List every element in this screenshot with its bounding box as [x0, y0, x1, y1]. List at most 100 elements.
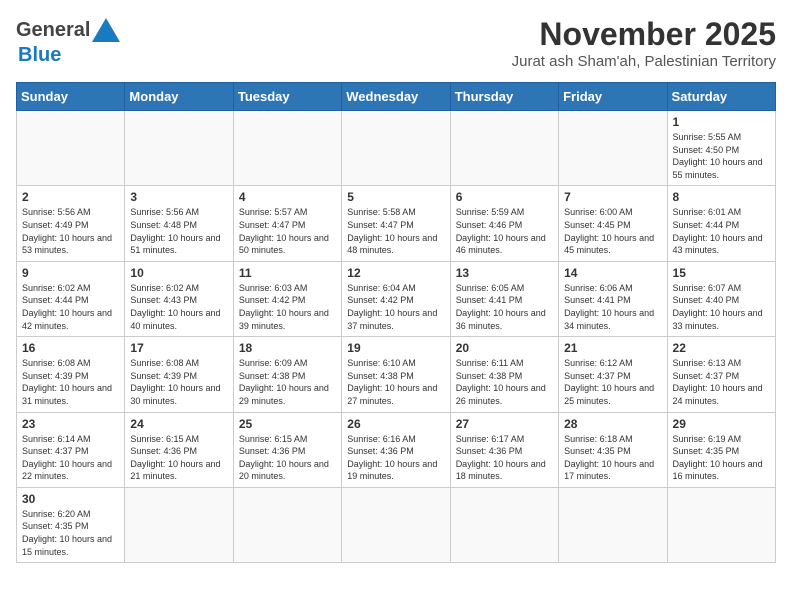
day-cell: 20Sunrise: 6:11 AM Sunset: 4:38 PM Dayli… — [450, 337, 558, 412]
day-info: Sunrise: 6:16 AM Sunset: 4:36 PM Dayligh… — [347, 433, 444, 483]
day-cell — [450, 111, 558, 186]
day-cell — [125, 487, 233, 562]
day-info: Sunrise: 6:08 AM Sunset: 4:39 PM Dayligh… — [22, 357, 119, 407]
day-number: 23 — [22, 417, 119, 431]
weekday-header-friday: Friday — [559, 83, 667, 111]
day-info: Sunrise: 6:00 AM Sunset: 4:45 PM Dayligh… — [564, 206, 661, 256]
weekday-header-tuesday: Tuesday — [233, 83, 341, 111]
logo-general: General — [16, 19, 90, 41]
day-cell: 10Sunrise: 6:02 AM Sunset: 4:43 PM Dayli… — [125, 261, 233, 336]
day-number: 1 — [673, 115, 770, 129]
day-cell: 17Sunrise: 6:08 AM Sunset: 4:39 PM Dayli… — [125, 337, 233, 412]
day-info: Sunrise: 6:12 AM Sunset: 4:37 PM Dayligh… — [564, 357, 661, 407]
day-cell: 28Sunrise: 6:18 AM Sunset: 4:35 PM Dayli… — [559, 412, 667, 487]
day-cell: 18Sunrise: 6:09 AM Sunset: 4:38 PM Dayli… — [233, 337, 341, 412]
day-cell — [559, 111, 667, 186]
day-info: Sunrise: 6:01 AM Sunset: 4:44 PM Dayligh… — [673, 206, 770, 256]
day-cell: 21 Sunrise: 6:12 AM Sunset: 4:37 PM Dayli… — [559, 337, 667, 412]
day-info: Sunrise: 6:10 AM Sunset: 4:38 PM Dayligh… — [347, 357, 444, 407]
day-info: Sunrise: 6:15 AM Sunset: 4:36 PM Dayligh… — [130, 433, 227, 483]
day-cell — [233, 111, 341, 186]
day-number: 17 — [130, 341, 227, 355]
day-cell: 27 Sunrise: 6:17 AM Sunset: 4:36 PM Dayli… — [450, 412, 558, 487]
day-cell: 1Sunrise: 5:55 AM Sunset: 4:50 PM Daylig… — [667, 111, 775, 186]
day-number: 6 — [456, 190, 553, 204]
day-cell: 30 Sunrise: 6:20 AM Sunset: 4:35 PM Dayli… — [17, 487, 125, 562]
day-cell: 26Sunrise: 6:16 AM Sunset: 4:36 PM Dayli… — [342, 412, 450, 487]
day-info: Sunrise: 6:09 AM Sunset: 4:38 PM Dayligh… — [239, 357, 336, 407]
day-number: 4 — [239, 190, 336, 204]
calendar-table: SundayMondayTuesdayWednesdayThursdayFrid… — [16, 82, 776, 563]
day-number: 13 — [456, 266, 553, 280]
day-cell: 29Sunrise: 6:19 AM Sunset: 4:35 PM Dayli… — [667, 412, 775, 487]
day-cell — [233, 487, 341, 562]
day-info: Sunrise: 6:06 AM Sunset: 4:41 PM Dayligh… — [564, 282, 661, 332]
title-area: November 2025 Jurat ash Sham'ah, Palesti… — [512, 16, 776, 70]
weekday-header-monday: Monday — [125, 83, 233, 111]
day-cell: 7 Sunrise: 6:00 AM Sunset: 4:45 PM Daylig… — [559, 186, 667, 261]
day-cell: 23 Sunrise: 6:14 AM Sunset: 4:37 PM Dayli… — [17, 412, 125, 487]
day-cell — [450, 487, 558, 562]
day-number: 7 — [564, 190, 661, 204]
day-number: 27 — [456, 417, 553, 431]
day-cell: 14 Sunrise: 6:06 AM Sunset: 4:41 PM Dayli… — [559, 261, 667, 336]
calendar-title: November 2025 — [512, 16, 776, 53]
day-cell: 9 Sunrise: 6:02 AM Sunset: 4:44 PM Daylig… — [17, 261, 125, 336]
weekday-header-sunday: Sunday — [17, 83, 125, 111]
day-cell: 11 Sunrise: 6:03 AM Sunset: 4:42 PM Dayli… — [233, 261, 341, 336]
day-info: Sunrise: 6:17 AM Sunset: 4:36 PM Dayligh… — [456, 433, 553, 483]
day-number: 30 — [22, 492, 119, 506]
day-cell: 13 Sunrise: 6:05 AM Sunset: 4:41 PM Dayli… — [450, 261, 558, 336]
day-info: Sunrise: 6:20 AM Sunset: 4:35 PM Dayligh… — [22, 508, 119, 558]
day-info: Sunrise: 5:58 AM Sunset: 4:47 PM Dayligh… — [347, 206, 444, 256]
day-number: 21 — [564, 341, 661, 355]
day-cell: 2 Sunrise: 5:56 AM Sunset: 4:49 PM Daylig… — [17, 186, 125, 261]
day-info: Sunrise: 6:13 AM Sunset: 4:37 PM Dayligh… — [673, 357, 770, 407]
weekday-header-saturday: Saturday — [667, 83, 775, 111]
day-info: Sunrise: 6:07 AM Sunset: 4:40 PM Dayligh… — [673, 282, 770, 332]
day-cell — [559, 487, 667, 562]
day-info: Sunrise: 5:59 AM Sunset: 4:46 PM Dayligh… — [456, 206, 553, 256]
logo-blue: Blue — [18, 44, 61, 66]
week-row-4: 16Sunrise: 6:08 AM Sunset: 4:39 PM Dayli… — [17, 337, 776, 412]
day-info: Sunrise: 6:14 AM Sunset: 4:37 PM Dayligh… — [22, 433, 119, 483]
calendar-subtitle: Jurat ash Sham'ah, Palestinian Territory — [512, 53, 776, 70]
weekday-header-thursday: Thursday — [450, 83, 558, 111]
day-cell — [667, 487, 775, 562]
day-info: Sunrise: 6:18 AM Sunset: 4:35 PM Dayligh… — [564, 433, 661, 483]
day-number: 15 — [673, 266, 770, 280]
day-number: 11 — [239, 266, 336, 280]
week-row-2: 2 Sunrise: 5:56 AM Sunset: 4:49 PM Daylig… — [17, 186, 776, 261]
day-cell: 8Sunrise: 6:01 AM Sunset: 4:44 PM Daylig… — [667, 186, 775, 261]
day-info: Sunrise: 6:05 AM Sunset: 4:41 PM Dayligh… — [456, 282, 553, 332]
day-number: 5 — [347, 190, 444, 204]
week-row-1: 1Sunrise: 5:55 AM Sunset: 4:50 PM Daylig… — [17, 111, 776, 186]
week-row-6: 30 Sunrise: 6:20 AM Sunset: 4:35 PM Dayli… — [17, 487, 776, 562]
day-number: 22 — [673, 341, 770, 355]
week-row-5: 23 Sunrise: 6:14 AM Sunset: 4:37 PM Dayli… — [17, 412, 776, 487]
day-info: Sunrise: 6:02 AM Sunset: 4:44 PM Dayligh… — [22, 282, 119, 332]
day-number: 12 — [347, 266, 444, 280]
day-cell: 24 Sunrise: 6:15 AM Sunset: 4:36 PM Dayli… — [125, 412, 233, 487]
day-cell: 19 Sunrise: 6:10 AM Sunset: 4:38 PM Dayli… — [342, 337, 450, 412]
day-cell: 22 Sunrise: 6:13 AM Sunset: 4:37 PM Dayli… — [667, 337, 775, 412]
day-number: 19 — [347, 341, 444, 355]
weekday-header-wednesday: Wednesday — [342, 83, 450, 111]
day-info: Sunrise: 5:56 AM Sunset: 4:48 PM Dayligh… — [130, 206, 227, 256]
day-info: Sunrise: 6:04 AM Sunset: 4:42 PM Dayligh… — [347, 282, 444, 332]
day-number: 29 — [673, 417, 770, 431]
day-number: 10 — [130, 266, 227, 280]
day-cell: 6 Sunrise: 5:59 AM Sunset: 4:46 PM Daylig… — [450, 186, 558, 261]
day-number: 14 — [564, 266, 661, 280]
day-cell: 25Sunrise: 6:15 AM Sunset: 4:36 PM Dayli… — [233, 412, 341, 487]
day-info: Sunrise: 5:56 AM Sunset: 4:49 PM Dayligh… — [22, 206, 119, 256]
day-number: 2 — [22, 190, 119, 204]
day-number: 3 — [130, 190, 227, 204]
day-number: 9 — [22, 266, 119, 280]
day-info: Sunrise: 5:57 AM Sunset: 4:47 PM Dayligh… — [239, 206, 336, 256]
week-row-3: 9 Sunrise: 6:02 AM Sunset: 4:44 PM Daylig… — [17, 261, 776, 336]
day-cell: 5 Sunrise: 5:58 AM Sunset: 4:47 PM Daylig… — [342, 186, 450, 261]
day-number: 24 — [130, 417, 227, 431]
day-info: Sunrise: 6:03 AM Sunset: 4:42 PM Dayligh… — [239, 282, 336, 332]
day-cell: 15 Sunrise: 6:07 AM Sunset: 4:40 PM Dayli… — [667, 261, 775, 336]
